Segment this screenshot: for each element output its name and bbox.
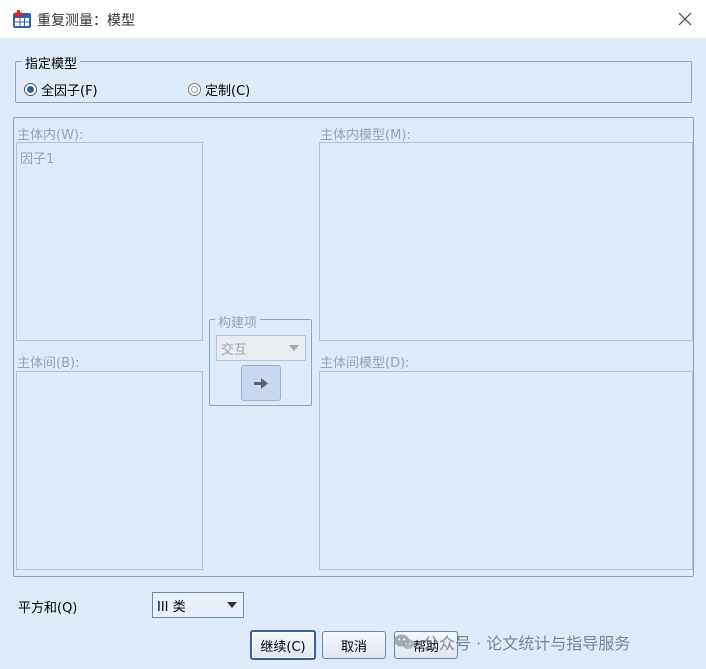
chevron-down-icon <box>289 345 299 351</box>
watermark: 公众号 · 论文统计与指导服务 <box>393 630 630 654</box>
build-term-type-value: 交互 <box>221 342 248 358</box>
cancel-button[interactable]: 取消 <box>322 631 386 659</box>
full-factorial-label: 全因子(F) <box>41 84 98 99</box>
within-subjects-label: 主体内(W): <box>17 128 84 143</box>
within-model-label: 主体内模型(M): <box>320 128 411 143</box>
list-item[interactable]: 因子1 <box>20 148 54 167</box>
close-button[interactable] <box>672 6 698 32</box>
sum-of-squares-select[interactable]: III 类 <box>152 592 244 618</box>
wechat-icon <box>394 634 414 649</box>
continue-button[interactable]: 继续(C) <box>250 630 316 660</box>
between-subjects-list[interactable] <box>16 371 203 570</box>
continue-button-label: 继续(C) <box>260 639 306 655</box>
chevron-down-icon <box>227 602 237 608</box>
custom-radio[interactable]: 定制(C) <box>188 80 250 99</box>
between-model-label: 主体间模型(D): <box>320 356 410 371</box>
app-icon <box>13 10 31 28</box>
title-bar: 重复测量：模型 <box>0 0 706 38</box>
custom-label: 定制(C) <box>205 84 251 99</box>
within-subjects-list[interactable]: 因子1 <box>16 142 203 341</box>
sum-of-squares-value: III 类 <box>157 599 186 615</box>
full-factorial-radio[interactable]: 全因子(F) <box>24 80 98 99</box>
sum-of-squares-label: 平方和(Q) <box>18 601 78 616</box>
between-model-list[interactable] <box>319 371 693 570</box>
build-term-type-select[interactable]: 交互 <box>216 335 306 361</box>
within-model-list[interactable] <box>319 142 693 341</box>
specify-model-legend: 指定模型 <box>22 53 81 72</box>
specify-model-group <box>15 61 692 103</box>
radio-unselected-icon <box>188 83 201 96</box>
window-title: 重复测量：模型 <box>37 13 135 29</box>
close-icon <box>678 12 692 26</box>
move-term-button[interactable] <box>241 365 281 401</box>
cancel-button-label: 取消 <box>340 639 367 655</box>
radio-selected-icon <box>24 83 37 96</box>
between-subjects-label: 主体间(B): <box>17 356 80 371</box>
arrow-right-icon <box>254 378 268 389</box>
watermark-text: 公众号 · 论文统计与指导服务 <box>423 634 631 653</box>
build-term-legend: 构建项 <box>215 312 261 331</box>
